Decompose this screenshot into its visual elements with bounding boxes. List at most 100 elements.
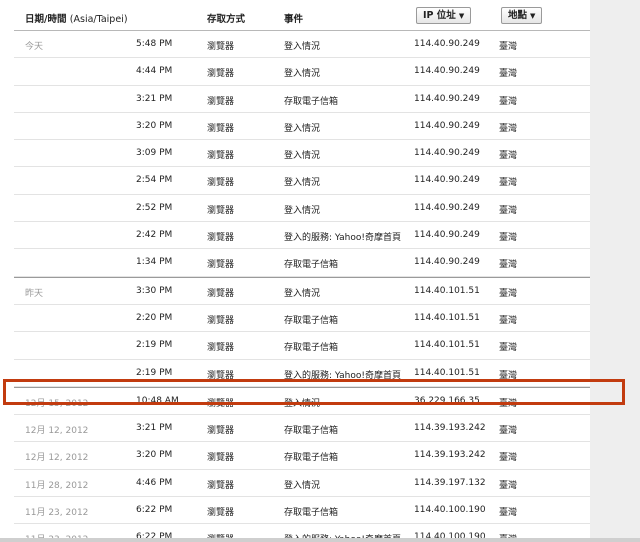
table-row: 12月 12, 2012 3:21 PM 瀏覽器 存取電子信箱 114.39.193.2… (14, 415, 590, 443)
row-time: 2:19 PM (136, 340, 173, 351)
row-event: 存取電子信箱 (284, 96, 339, 107)
row-access-method: 瀏覽器 (207, 123, 235, 134)
row-time: 6:22 PM (136, 505, 173, 516)
row-event: 存取電子信箱 (284, 508, 339, 519)
row-access-method: 瀏覽器 (207, 426, 235, 437)
row-access-method: 瀏覽器 (207, 69, 235, 80)
row-access-method: 瀏覽器 (207, 178, 235, 189)
row-event: 存取電子信箱 (284, 343, 339, 354)
row-date: 11月 23, 2012 (25, 508, 89, 519)
row-ip-address: 114.40.100.190 (414, 505, 486, 516)
table-header: 日期/時間 (Asia/Taipei) 存取方式 事件 IP 位址 ▼ 地點 ▼ (14, 0, 590, 31)
row-access-method: 瀏覽器 (207, 480, 235, 491)
row-time: 2:20 PM (136, 312, 173, 323)
row-time: 3:20 PM (136, 450, 173, 461)
row-ip-address: 114.40.101.51 (414, 312, 480, 323)
table-row: 2:19 PM 瀏覽器 登入的服務: Yahoo!奇摩首頁 114.40.101.51… (14, 360, 590, 387)
row-event: 登入情況 (284, 480, 321, 491)
row-location: 臺灣 (499, 96, 518, 107)
row-event: 登入的服務: Yahoo!奇摩首頁 (284, 233, 401, 244)
row-ip-address: 114.40.90.249 (414, 148, 480, 159)
row-access-method: 瀏覽器 (207, 205, 235, 216)
ip-sort-button[interactable]: IP 位址 ▼ (416, 7, 472, 24)
table-body: 今天 5:48 PM 瀏覽器 登入情況 114.40.90.249 臺灣 4:44 PM 瀏覽… (14, 31, 590, 542)
row-time: 1:34 PM (136, 257, 173, 268)
row-access-method: 瀏覽器 (207, 260, 235, 271)
row-event: 存取電子信箱 (284, 315, 339, 326)
table-row: 2:42 PM 瀏覽器 登入的服務: Yahoo!奇摩首頁 114.40.90.249… (14, 222, 590, 250)
row-location: 臺灣 (499, 508, 518, 519)
row-event: 登入情況 (284, 288, 321, 299)
row-location: 臺灣 (499, 151, 518, 162)
row-access-method: 瀏覽器 (207, 453, 235, 464)
table-row: 2:52 PM 瀏覽器 登入情況 114.40.90.249 臺灣 (14, 195, 590, 223)
row-location: 臺灣 (499, 398, 518, 409)
row-location: 臺灣 (499, 69, 518, 80)
row-ip-address: 114.39.197.132 (414, 477, 486, 488)
row-ip-address: 114.40.90.249 (414, 66, 480, 77)
row-location: 臺灣 (499, 426, 518, 437)
row-event: 登入情況 (284, 42, 321, 52)
table-row: 4:44 PM 瀏覽器 登入情況 114.40.90.249 臺灣 (14, 58, 590, 86)
row-date: 今天 (25, 42, 44, 52)
row-location: 臺灣 (499, 453, 518, 464)
location-sort-button[interactable]: 地點 ▼ (501, 7, 543, 24)
timezone-label: (Asia/Taipei) (69, 14, 128, 25)
row-time: 4:44 PM (136, 66, 173, 77)
bottom-border (0, 538, 640, 542)
ip-sort-label: IP 位址 (423, 10, 456, 21)
row-access-method: 瀏覽器 (207, 343, 235, 354)
table-row: 昨天 3:30 PM 瀏覽器 登入情況 114.40.101.51 臺灣 (14, 276, 590, 305)
row-ip-address: 36.229.166.35 (414, 395, 480, 406)
row-location: 臺灣 (499, 260, 518, 271)
row-time: 10:48 AM (136, 395, 179, 406)
row-event: 登入情況 (284, 69, 321, 80)
row-time: 2:19 PM (136, 367, 173, 378)
table-row: 11月 28, 2012 4:46 PM 瀏覽器 登入情況 114.39.197.132… (14, 470, 590, 498)
chevron-down-icon: ▼ (458, 12, 465, 20)
row-ip-address: 114.39.193.242 (414, 423, 486, 434)
row-location: 臺灣 (499, 288, 518, 299)
row-time: 3:09 PM (136, 148, 173, 159)
row-ip-address: 114.40.101.51 (414, 367, 480, 378)
row-ip-address: 114.40.90.249 (414, 257, 480, 268)
table-row: 11月 23, 2012 6:22 PM 瀏覽器 存取電子信箱 114.40.100.1… (14, 497, 590, 525)
row-ip-address: 114.40.90.249 (414, 230, 480, 241)
row-access-method: 瀏覽器 (207, 96, 235, 107)
row-date: 11月 28, 2012 (25, 480, 89, 491)
row-ip-address: 114.40.90.249 (414, 202, 480, 213)
row-location: 臺灣 (499, 343, 518, 354)
table-row: 2:54 PM 瀏覽器 登入情況 114.40.90.249 臺灣 (14, 167, 590, 195)
row-location: 臺灣 (499, 233, 518, 244)
row-event: 登入情況 (284, 123, 321, 134)
row-location: 臺灣 (499, 315, 518, 326)
row-location: 臺灣 (499, 480, 518, 491)
row-access-method: 瀏覽器 (207, 151, 235, 162)
row-event: 存取電子信箱 (284, 260, 339, 271)
row-event: 存取電子信箱 (284, 453, 339, 464)
table-row: 3:09 PM 瀏覽器 登入情況 114.40.90.249 臺灣 (14, 140, 590, 168)
table-row: 3:21 PM 瀏覽器 存取電子信箱 114.40.90.249 臺灣 (14, 86, 590, 113)
row-ip-address: 114.40.90.249 (414, 120, 480, 131)
date-column-header: 日期/時間 (Asia/Taipei) (25, 11, 128, 25)
table-row: 3:20 PM 瀏覽器 登入情況 114.40.90.249 臺灣 (14, 113, 590, 141)
table-row: 12月 12, 2012 3:20 PM 瀏覽器 存取電子信箱 114.39.193.2… (14, 442, 590, 470)
activity-table: 日期/時間 (Asia/Taipei) 存取方式 事件 IP 位址 ▼ 地點 ▼ 今… (14, 0, 590, 542)
row-ip-address: 114.40.90.249 (414, 39, 480, 49)
row-time: 4:46 PM (136, 477, 173, 488)
row-date: 昨天 (25, 288, 44, 299)
row-ip-address: 114.40.90.249 (414, 93, 480, 104)
table-row: 12月 15, 2012 10:48 AM 瀏覽器 登入情況 36.229.166.35… (14, 386, 590, 416)
row-event: 登入的服務: Yahoo!奇摩首頁 (284, 370, 401, 381)
row-event: 登入情況 (284, 178, 321, 189)
row-access-method: 瀏覽器 (207, 398, 235, 409)
row-time: 5:48 PM (136, 39, 173, 49)
row-time: 2:42 PM (136, 230, 173, 241)
event-column-header: 事件 (284, 14, 304, 25)
row-location: 臺灣 (499, 123, 518, 134)
row-ip-address: 114.39.193.242 (414, 450, 486, 461)
row-access-method: 瀏覽器 (207, 42, 235, 52)
row-location: 臺灣 (499, 42, 518, 52)
right-gutter (590, 0, 640, 542)
chevron-down-icon: ▼ (530, 12, 536, 20)
